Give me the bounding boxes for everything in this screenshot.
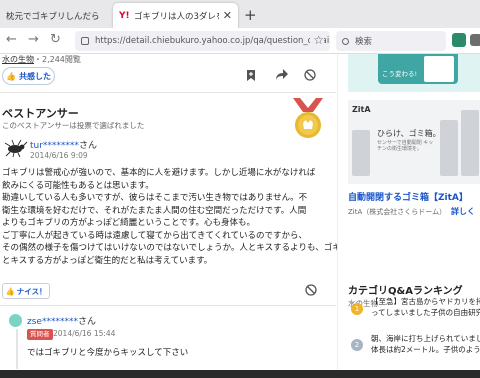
- ranking-item-line: 【至急】宮古島からヤドカリを持: [371, 297, 480, 306]
- taskbar: [0, 370, 480, 378]
- trash-bin-image: [440, 120, 458, 176]
- new-tab-icon[interactable]: +: [244, 6, 257, 24]
- rank-badge-1: 1: [351, 303, 363, 315]
- yahoo-favicon-icon: Y!: [119, 10, 130, 21]
- tab-1-title: 枕元でゴキブリしんだら: [6, 11, 100, 22]
- ad-advertiser: ZitA（株式会社さくらドーム）: [348, 208, 447, 216]
- answer-line: ゴキブリは警戒心が強いので、基本的に人を避けます。しかし近場に水がなければ: [2, 168, 316, 178]
- honorific: さん: [78, 141, 97, 151]
- search-input[interactable]: 検索: [336, 31, 446, 51]
- asker-badge: 質問者: [27, 329, 53, 340]
- best-answer-title: ベストアンサー: [2, 107, 79, 120]
- main-content: 水の生物・2,244閲覧 👍 共感した ベストアンサー このベストアンサーは投票…: [0, 54, 358, 378]
- bookmark-star-icon[interactable]: ☆: [310, 33, 324, 47]
- empathy-label: 共感した: [18, 71, 51, 81]
- user-avatar[interactable]: [2, 138, 28, 158]
- nice-button[interactable]: 👍 ナイス！: [2, 283, 50, 299]
- reply-thread-line: [16, 329, 18, 369]
- banner-ad[interactable]: こう変わる!: [348, 54, 480, 92]
- answer-line: よりもゴキブリの方がよっぽど綺麗ということです。心も身体も。: [2, 218, 256, 228]
- reply-text: ではゴキブリと今度からキッスして下さい: [27, 348, 189, 358]
- banner-image: こう変わる!: [378, 54, 458, 84]
- banner-photo: [424, 56, 454, 82]
- best-answer-note: このベストアンサーは投票で選ばれました: [2, 121, 145, 130]
- answer-line: 衛生な環境を好むだけで、それがたまたま人間の住む空間だっただけです。人間: [2, 205, 307, 216]
- answer-line: とキスする方がよっぽど衛生的だと私は考えています。: [2, 255, 213, 266]
- reply-user-id[interactable]: zse********: [27, 317, 78, 327]
- trash-bin-image: [352, 130, 370, 176]
- bookmark-icon[interactable]: [246, 70, 256, 84]
- close-tab-icon[interactable]: ✕: [223, 9, 232, 22]
- tab-2-title: ゴキブリは人の3ダレを寝てる間飲む: [134, 11, 219, 22]
- empathy-button[interactable]: 👍 共感した: [2, 67, 55, 85]
- answer-line: その偶然の様子を傷つけてはいけないのではないでしょうか。人とキスするよりも、ゴキ…: [2, 243, 358, 253]
- answer-line: ご丁寧に人が起きている時は遠慮して寝てから出てきてくれているのですから、: [2, 230, 307, 241]
- thumbs-up-icon: 👍: [5, 286, 15, 296]
- search-placeholder: 検索: [355, 37, 373, 47]
- honorific: さん: [77, 317, 96, 327]
- sidebar: こう変わる! ZitA ひらけ、ゴミ箱。 センサーで自動開閉 キッチンの衛生環境…: [337, 54, 480, 378]
- back-icon[interactable]: ←: [6, 32, 17, 47]
- reply-user-name[interactable]: zse********さん: [27, 314, 96, 327]
- tab-2-active[interactable]: Y! ゴキブリは人の3ダレを寝てる間飲む ✕: [113, 3, 238, 28]
- extension-icon[interactable]: [452, 33, 466, 47]
- ad-image[interactable]: ZitA ひらけ、ゴミ箱。 センサーで自動開閉 キッチンの衛生環境を。: [348, 100, 480, 184]
- answer-body: ゴキブリは警戒心が強いので、基本的に人を避けます。しかし近場に水がなければ 飲み…: [2, 167, 358, 267]
- answer-line: 勘違いしている人も多いですが、彼らはそこまで汚い生き物ではありません。不: [2, 193, 308, 203]
- ranking-item-line: ってしまいました子供の自由研究: [371, 308, 480, 317]
- address-bar[interactable]: https://detail.chiebukuro.yahoo.co.jp/qa…: [75, 31, 330, 51]
- reply-avatar[interactable]: [9, 314, 22, 327]
- rank-badge-2: 2: [351, 339, 363, 351]
- reload-icon[interactable]: ↻: [50, 32, 61, 47]
- ad-title-link[interactable]: 自動開閉するゴミ箱【ZitA】: [348, 190, 468, 203]
- ad-more-link[interactable]: 詳しく: [451, 206, 475, 217]
- answerer-name[interactable]: tur********さん: [30, 138, 97, 151]
- search-icon: [342, 37, 349, 45]
- nice-label: ナイス！: [16, 286, 47, 296]
- answer-line: 飲みにくる可能性もあるとは思います。: [2, 180, 154, 191]
- answer-date: 2014/6/16 9:09: [30, 151, 88, 160]
- navigation-bar: ← → ↻ https://detail.chiebukuro.yahoo.co…: [0, 28, 480, 54]
- url-text: https://detail.chiebukuro.yahoo.co.jp/qa…: [95, 36, 330, 46]
- category-link[interactable]: 水の生物: [2, 55, 34, 64]
- report-ban-icon[interactable]: [304, 69, 316, 84]
- thumbs-up-icon: 👍: [6, 71, 16, 81]
- question-meta: 水の生物・2,244閲覧: [2, 54, 81, 65]
- tab-strip: 枕元でゴキブリしんだら Y! ゴキブリは人の3ダレを寝てる間飲む ✕ +: [0, 0, 480, 28]
- ad-copy: ひらけ、ゴミ箱。: [377, 129, 441, 138]
- ranking-item-1[interactable]: 【至急】宮古島からヤドカリを持 ってしまいました子供の自由研究: [371, 296, 480, 318]
- view-count: ・2,244閲覧: [34, 55, 81, 64]
- answerer-id[interactable]: tur********: [30, 141, 79, 151]
- tab-1[interactable]: 枕元でゴキブリしんだら: [0, 3, 112, 28]
- share-icon[interactable]: [276, 69, 288, 83]
- ranking-item-line: 朝、海岸に打ち上げられていまし: [371, 334, 480, 343]
- banner-text: こう変わる!: [382, 70, 418, 78]
- ranking-item-2[interactable]: 朝、海岸に打ち上げられていまし 体長は約2メートル。子供のよう: [371, 333, 480, 355]
- forward-icon[interactable]: →: [28, 32, 39, 47]
- ranking-title: カテゴリQ&Aランキング: [348, 286, 463, 297]
- ad-logo: ZitA: [352, 105, 371, 114]
- report-ban-icon[interactable]: [305, 284, 317, 299]
- divider: [0, 305, 336, 306]
- extension-icon-2[interactable]: [470, 34, 480, 46]
- lock-icon: [81, 37, 89, 45]
- ranking-item-line: 体長は約2メートル。子供のよう: [371, 345, 480, 354]
- reply-date: 2014/6/16 15:44: [53, 329, 116, 338]
- divider: [0, 92, 336, 93]
- trash-bin-image: [461, 110, 479, 176]
- ad-subcopy: センサーで自動開閉 キッチンの衛生環境を。: [377, 140, 434, 152]
- best-answer-medal-icon: [293, 98, 323, 138]
